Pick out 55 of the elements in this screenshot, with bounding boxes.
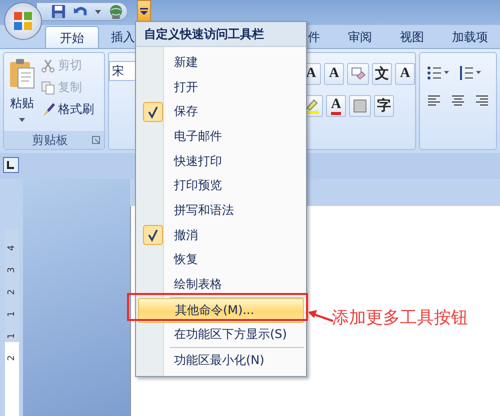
menu-item[interactable]: 快速打印 xyxy=(138,148,304,174)
office-logo-icon xyxy=(13,11,33,31)
ribbon-tab[interactable]: 视图 xyxy=(392,26,432,48)
annotation-text: 添加更多工具按钮 xyxy=(332,307,468,329)
ruler-number: 3 xyxy=(7,267,17,273)
menu-item[interactable]: 恢复 xyxy=(138,248,304,272)
ruler-number: 2 xyxy=(7,289,17,295)
caret-icon xyxy=(19,118,25,122)
paste-button[interactable]: 粘贴 xyxy=(7,56,37,128)
menu-item[interactable]: 撤消 xyxy=(138,222,304,248)
clipboard-action[interactable]: 格式刷 xyxy=(41,100,94,119)
color-button[interactable]: A xyxy=(326,95,346,117)
save-icon[interactable] xyxy=(51,4,66,19)
enclose-button[interactable]: 字 xyxy=(374,95,394,117)
border-button[interactable]: A xyxy=(395,63,415,85)
tab-stop-selector-icon[interactable] xyxy=(3,157,19,173)
caret-icon[interactable] xyxy=(95,10,101,14)
shrink-button[interactable]: A xyxy=(324,63,344,85)
scissors-icon xyxy=(41,58,55,72)
phonetic-button[interactable]: 文 xyxy=(372,63,392,85)
menu-item[interactable]: 在功能区下方显示(S) xyxy=(138,322,304,348)
menu-item[interactable]: 绘制表格 xyxy=(138,272,304,297)
ruler-number: 1 xyxy=(7,311,17,317)
ribbon-tab[interactable]: 审阅 xyxy=(340,26,380,48)
menu-title: 自定义快速访问工具栏 xyxy=(136,22,306,47)
checkmark-icon xyxy=(143,225,163,246)
brush-icon xyxy=(41,102,55,116)
eraser-icon xyxy=(350,66,366,82)
globe-icon[interactable] xyxy=(108,4,124,20)
ruler-number: 1 xyxy=(7,333,17,339)
ribbon-tab[interactable]: 开始 xyxy=(45,26,99,48)
checkmark-icon xyxy=(143,102,163,122)
ribbon-tab[interactable]: 加载项 xyxy=(444,26,496,48)
dialog-launcher-icon[interactable] xyxy=(92,136,100,144)
menu-item[interactable]: 电子邮件 xyxy=(138,124,304,149)
menu-item[interactable]: 新建 xyxy=(138,50,304,75)
menu-item[interactable]: 功能区最小化(N) xyxy=(138,348,304,373)
ruler-number: 4 xyxy=(7,245,17,251)
menu-item[interactable]: 打印预览 xyxy=(138,173,304,198)
numbered-list-icon[interactable] xyxy=(458,65,482,81)
shading-icon xyxy=(352,98,368,114)
arrow xyxy=(308,309,334,323)
clipboard-icon xyxy=(9,59,35,89)
customize-toolbar-button[interactable] xyxy=(137,0,151,22)
ruler-number: 2 xyxy=(7,355,17,361)
highlighter-icon xyxy=(304,98,320,114)
menu-item[interactable]: 打开 xyxy=(138,74,304,100)
menu-item[interactable]: 保存 xyxy=(138,99,304,124)
bullet-list-icon[interactable] xyxy=(426,65,450,81)
copy-icon xyxy=(41,80,55,94)
clear-button[interactable] xyxy=(347,63,369,85)
menu-item[interactable]: 拼写和语法 xyxy=(138,198,304,223)
shade-button[interactable] xyxy=(349,95,371,117)
group-label: 剪贴板 xyxy=(32,132,68,148)
dropdown-icon xyxy=(140,8,148,14)
